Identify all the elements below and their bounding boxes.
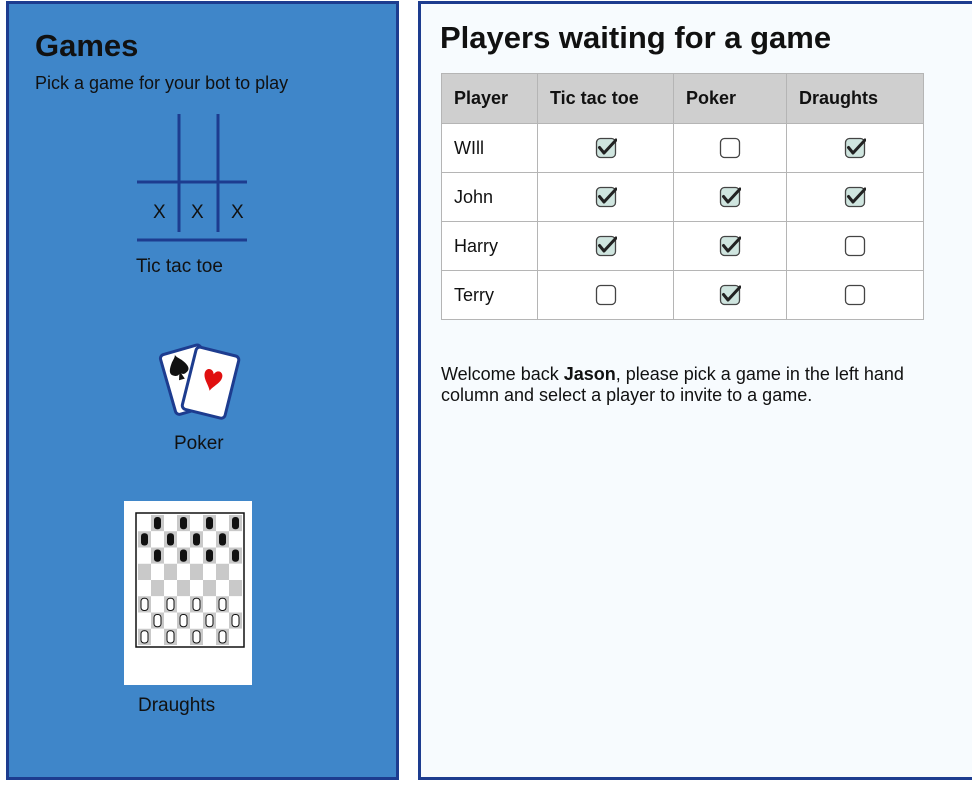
checkbox-cell-poker	[673, 172, 787, 222]
checkbox-cell-poker	[673, 123, 787, 173]
column-header-tic-tac-toe: Tic tac toe	[537, 73, 674, 124]
game-option-poker[interactable]: Poker	[157, 339, 257, 459]
checkbox-cell-draughts	[786, 270, 924, 320]
checkbox-checked-icon[interactable]	[719, 284, 741, 306]
checkbox-unchecked-icon[interactable]	[844, 284, 866, 306]
checkbox-checked-icon[interactable]	[844, 186, 866, 208]
checkbox-checked-icon[interactable]	[595, 235, 617, 257]
column-header-draughts: Draughts	[786, 73, 924, 124]
checkbox-unchecked-icon[interactable]	[844, 235, 866, 257]
player-name-cell: John	[441, 172, 538, 222]
table-row: Terry	[441, 270, 924, 320]
checkbox-checked-icon[interactable]	[719, 235, 741, 257]
welcome-username: Jason	[563, 364, 616, 384]
column-header-poker: Poker	[673, 73, 787, 124]
column-header-player: Player	[441, 73, 538, 124]
checkbox-cell-draughts	[786, 172, 924, 222]
welcome-message: Welcome back Jason, please pick a game i…	[441, 364, 927, 406]
checkbox-cell-draughts	[786, 221, 924, 271]
checkbox-unchecked-icon[interactable]	[595, 284, 617, 306]
ttt-mark: X	[231, 202, 244, 223]
game-label-tic-tac-toe: Tic tac toe	[136, 256, 223, 277]
player-name-cell: Terry	[441, 270, 538, 320]
game-label-poker: Poker	[174, 433, 224, 454]
checkbox-cell-tic-tac-toe	[537, 123, 674, 173]
checkbox-cell-poker	[673, 270, 787, 320]
ttt-mark: X	[191, 202, 204, 223]
checkbox-checked-icon[interactable]	[595, 186, 617, 208]
game-option-tic-tac-toe[interactable]: X X X Tic tac toe	[119, 114, 269, 284]
welcome-prefix: Welcome back	[441, 364, 564, 384]
player-name-cell: Harry	[441, 221, 538, 271]
draughts-board-icon	[124, 501, 252, 685]
playing-cards-icon	[158, 343, 241, 420]
games-title: Games	[35, 28, 139, 63]
tic-tac-toe-board-icon: X X X	[129, 114, 247, 244]
table-row: John	[441, 172, 924, 222]
game-option-draughts[interactable]: Draughts	[122, 501, 256, 721]
checkbox-checked-icon[interactable]	[719, 186, 741, 208]
players-table: Player Tic tac toe Poker Draughts WIll Jo…	[441, 73, 924, 320]
table-header-row: Player Tic tac toe Poker Draughts	[441, 73, 924, 124]
players-title: Players waiting for a game	[440, 20, 832, 55]
checkbox-cell-poker	[673, 221, 787, 271]
player-name-cell: WIll	[441, 123, 538, 173]
ttt-mark: X	[153, 202, 166, 223]
checkbox-cell-tic-tac-toe	[537, 221, 674, 271]
game-label-draughts: Draughts	[138, 695, 216, 716]
games-subtitle: Pick a game for your bot to play	[35, 73, 289, 93]
table-row: WIll	[441, 123, 924, 173]
players-panel: Players waiting for a game Player Tic ta…	[418, 1, 972, 780]
checkbox-cell-tic-tac-toe	[537, 172, 674, 222]
table-row: Harry	[441, 221, 924, 271]
checkbox-checked-icon[interactable]	[844, 137, 866, 159]
checkbox-checked-icon[interactable]	[595, 137, 617, 159]
games-panel: Games Pick a game for your bot to play X…	[6, 1, 399, 780]
checkbox-cell-tic-tac-toe	[537, 270, 674, 320]
checkbox-cell-draughts	[786, 123, 924, 173]
checkbox-unchecked-icon[interactable]	[719, 137, 741, 159]
